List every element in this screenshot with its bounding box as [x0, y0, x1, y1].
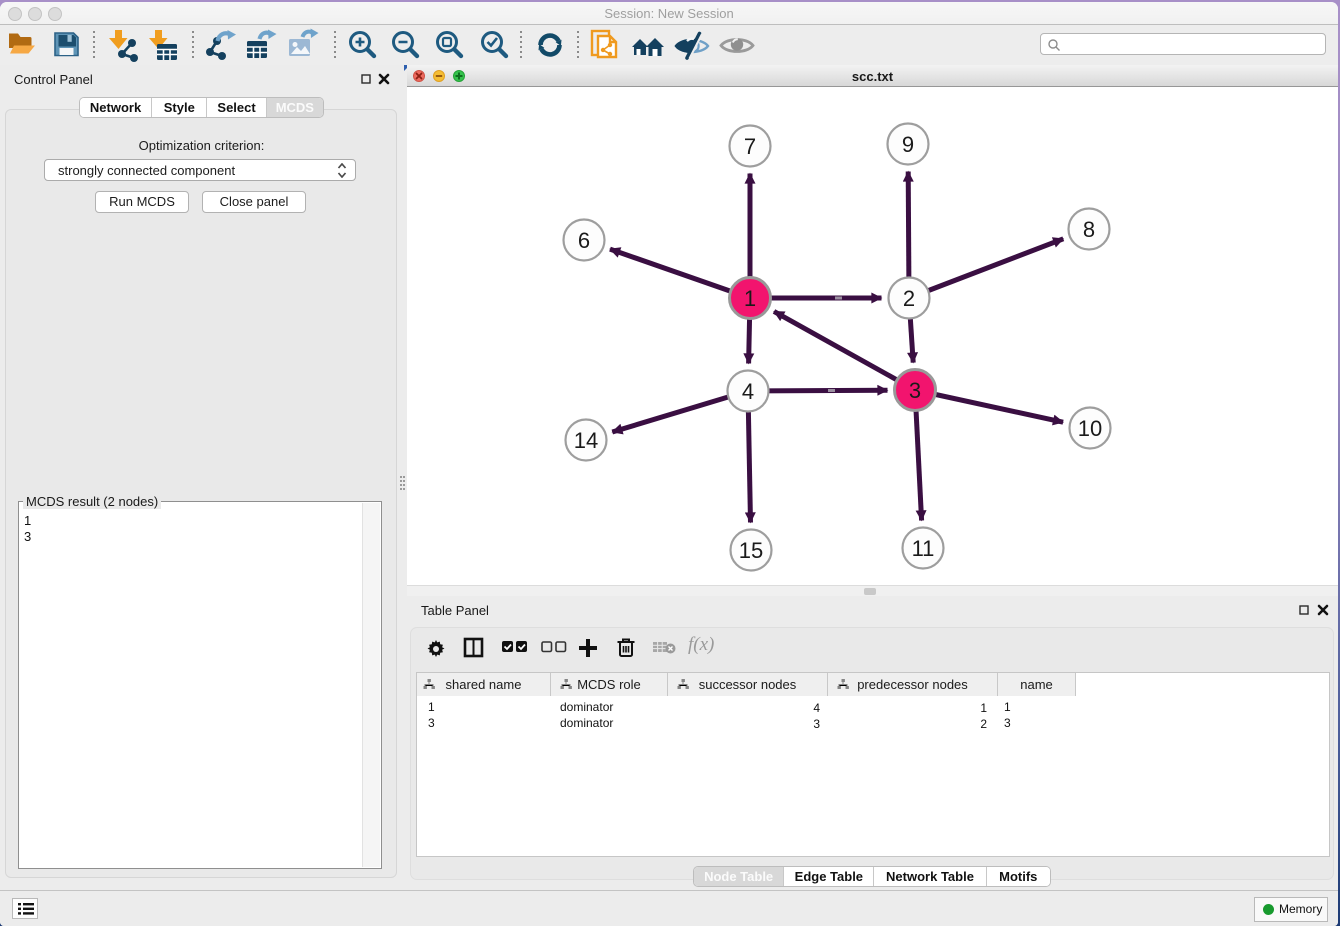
svg-text:9: 9: [902, 132, 914, 157]
svg-text:6: 6: [578, 228, 590, 253]
svg-text:3: 3: [909, 378, 921, 403]
svg-text:11: 11: [912, 536, 935, 561]
svg-text:14: 14: [574, 428, 598, 453]
svg-text:7: 7: [744, 134, 756, 159]
svg-text:15: 15: [739, 538, 763, 563]
svg-text:4: 4: [742, 379, 754, 404]
svg-text:10: 10: [1078, 416, 1102, 441]
svg-text:2: 2: [903, 286, 915, 311]
svg-text:1: 1: [744, 286, 756, 311]
svg-text:8: 8: [1083, 217, 1095, 242]
